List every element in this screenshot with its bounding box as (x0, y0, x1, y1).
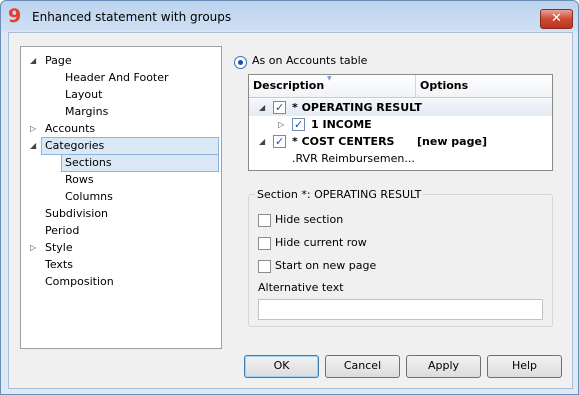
hide-section-label[interactable]: Hide section (275, 213, 343, 226)
tree-item-sections[interactable]: Sections (61, 154, 219, 172)
ok-button[interactable]: OK (244, 355, 319, 378)
column-header-options[interactable]: Options (420, 79, 468, 92)
column-header-description[interactable]: Description (253, 79, 324, 92)
row-description: .RVR Reimbursemen... (292, 152, 415, 165)
collapsed-icon[interactable]: ▷ (278, 116, 284, 133)
start-on-new-page-checkbox[interactable] (258, 260, 271, 273)
row-description: * OPERATING RESULT (292, 101, 422, 114)
tree-item-columns[interactable]: Columns (65, 189, 113, 205)
row-include-checkbox[interactable] (292, 116, 305, 133)
window-title: Enhanced statement with groups (32, 10, 232, 24)
dialog-window: 9 Enhanced statement with groups ✕ ◢ Pag… (0, 0, 579, 395)
tree-item-label: Columns (65, 190, 113, 203)
tree-item-margins[interactable]: Margins (65, 104, 108, 120)
tree-item-label: Page (45, 54, 72, 67)
sections-table[interactable]: Description ▼ Options ◢ * OPERATING RESU… (248, 74, 553, 171)
expanded-icon[interactable]: ◢ (30, 138, 36, 154)
hide-current-row-label[interactable]: Hide current row (275, 236, 367, 249)
tree-item-label: Accounts (45, 122, 96, 135)
tree-item-label: Margins (65, 105, 109, 118)
as-on-accounts-label[interactable]: As on Accounts table (252, 54, 367, 67)
table-row[interactable]: ◢ * OPERATING RESULT (249, 99, 552, 116)
tree-item-layout[interactable]: Layout (65, 87, 102, 103)
cancel-button[interactable]: Cancel (325, 355, 400, 378)
apply-button[interactable]: Apply (406, 355, 481, 378)
tree-item-label: Sections (65, 156, 112, 169)
row-description: 1 INCOME (311, 118, 372, 131)
table-header: Description ▼ Options (249, 75, 552, 98)
section-group-title: Section *: OPERATING RESULT (255, 188, 424, 201)
dialog-body: ◢ Page Header And Footer Layout Margins … (8, 32, 573, 389)
expanded-icon[interactable]: ◢ (30, 53, 36, 69)
table-row[interactable]: ▷ 1 INCOME (249, 116, 552, 133)
help-button[interactable]: Help (487, 355, 562, 378)
start-on-new-page-label[interactable]: Start on new page (275, 259, 376, 272)
expanded-icon[interactable]: ◢ (259, 99, 265, 116)
tree-item-label: Period (45, 224, 80, 237)
tree-item-header-and-footer[interactable]: Header And Footer (65, 70, 169, 86)
tree-item-label: Header And Footer (65, 71, 169, 84)
alternative-text-label: Alternative text (258, 281, 344, 294)
tree-item-label: Rows (65, 173, 94, 186)
settings-tree[interactable]: ◢ Page Header And Footer Layout Margins … (20, 46, 222, 349)
tree-item-categories[interactable]: ◢ Categories (30, 137, 219, 155)
app-logo-icon: 9 (8, 5, 22, 27)
hide-current-row-checkbox[interactable] (258, 237, 271, 250)
tree-item-label: Categories (45, 139, 105, 152)
table-row[interactable]: .RVR Reimbursemen... (249, 150, 552, 167)
row-include-checkbox[interactable] (273, 99, 286, 116)
expanded-icon[interactable]: ◢ (259, 133, 265, 150)
tree-item-texts[interactable]: Texts (45, 257, 73, 273)
tree-item-rows[interactable]: Rows (65, 172, 94, 188)
collapsed-icon[interactable]: ▷ (30, 240, 36, 256)
table-row[interactable]: ◢ * COST CENTERS [new page] (249, 133, 552, 150)
tree-item-composition[interactable]: Composition (45, 274, 114, 290)
title-bar[interactable]: 9 Enhanced statement with groups ✕ (1, 1, 578, 32)
tree-item-label: Layout (65, 88, 103, 101)
as-on-accounts-radio[interactable] (234, 56, 247, 69)
tree-item-label: Texts (45, 258, 73, 271)
row-include-checkbox[interactable] (273, 133, 286, 150)
collapsed-icon[interactable]: ▷ (30, 121, 36, 137)
row-description: * COST CENTERS (292, 135, 395, 148)
tree-item-period[interactable]: Period (45, 223, 79, 239)
alternative-text-input[interactable] (258, 299, 543, 320)
tree-item-label: Composition (45, 275, 114, 288)
row-options: [new page] (417, 135, 487, 148)
tree-item-label: Style (45, 241, 73, 254)
close-button[interactable]: ✕ (540, 9, 573, 29)
column-divider[interactable] (415, 75, 416, 97)
tree-item-subdivision[interactable]: Subdivision (45, 206, 108, 222)
hide-section-checkbox[interactable] (258, 214, 271, 227)
tree-item-label: Subdivision (45, 207, 109, 220)
sort-indicator-icon: ▼ (327, 75, 332, 82)
